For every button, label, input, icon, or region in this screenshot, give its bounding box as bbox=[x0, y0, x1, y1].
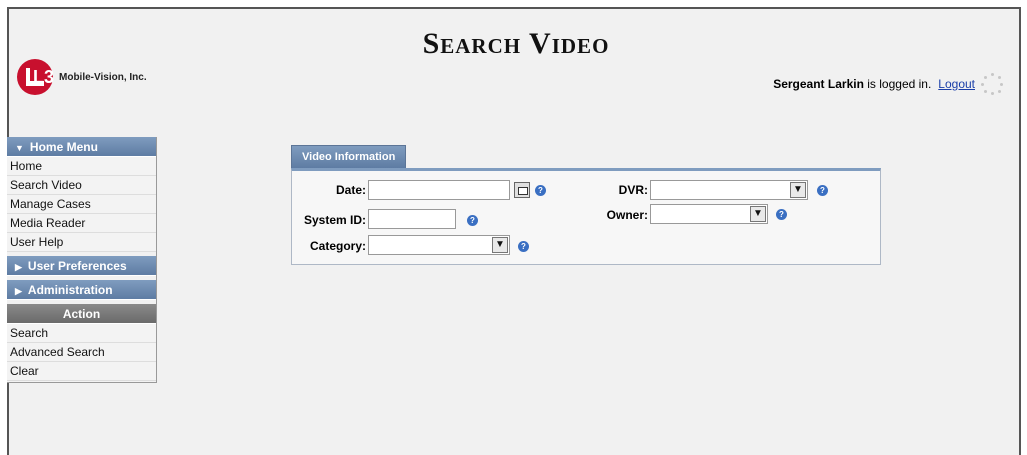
date-field[interactable] bbox=[368, 180, 510, 200]
action-item-search[interactable]: Search bbox=[7, 324, 156, 343]
action-item-advanced-search[interactable]: Advanced Search bbox=[7, 343, 156, 362]
tab-video-information[interactable]: Video Information bbox=[291, 145, 407, 168]
triangle-down-icon: ▼ bbox=[15, 143, 24, 153]
dvr-help-icon[interactable]: ? bbox=[817, 185, 828, 196]
company-logo: L3 Mobile-Vision, Inc. bbox=[17, 59, 147, 95]
sidebar-item-search-video[interactable]: Search Video bbox=[7, 176, 156, 195]
calendar-icon[interactable] bbox=[514, 182, 530, 198]
action-item-clear[interactable]: Clear bbox=[7, 362, 156, 381]
owner-select[interactable]: ▼ bbox=[650, 204, 768, 224]
sidebar-item-home[interactable]: Home bbox=[7, 157, 156, 176]
login-status: Sergeant Larkin is logged in. Logout bbox=[773, 73, 1003, 95]
date-label: Date: bbox=[335, 183, 366, 197]
category-label: Category: bbox=[309, 239, 366, 253]
chevron-down-icon: ▼ bbox=[492, 237, 508, 253]
action-header: Action bbox=[7, 304, 156, 324]
loading-spinner-icon bbox=[981, 73, 1003, 95]
category-help-icon[interactable]: ? bbox=[518, 241, 529, 252]
logout-link[interactable]: Logout bbox=[938, 77, 975, 91]
company-name: Mobile-Vision, Inc. bbox=[59, 71, 147, 83]
video-information-panel: Date: ? System ID: ? Category: ▼ ? DVR: … bbox=[291, 168, 881, 265]
sidebar-item-media-reader[interactable]: Media Reader bbox=[7, 214, 156, 233]
dvr-label: DVR: bbox=[618, 183, 648, 197]
owner-help-icon[interactable]: ? bbox=[776, 209, 787, 220]
category-select[interactable]: ▼ bbox=[368, 235, 510, 255]
system-id-help-icon[interactable]: ? bbox=[467, 215, 478, 226]
l3-logo-icon: L3 bbox=[17, 59, 55, 95]
logged-in-user: Sergeant Larkin bbox=[773, 77, 864, 91]
user-preferences-label: User Preferences bbox=[27, 259, 127, 273]
sidebar-item-user-help[interactable]: User Help bbox=[7, 233, 156, 252]
system-id-label: System ID: bbox=[303, 213, 366, 227]
logo-mark-text: L3 bbox=[33, 67, 55, 87]
home-menu-label: Home Menu bbox=[29, 140, 98, 154]
owner-label: Owner: bbox=[606, 208, 648, 222]
date-help-icon[interactable]: ? bbox=[535, 185, 546, 196]
login-status-text: is logged in. bbox=[867, 77, 932, 91]
triangle-right-icon: ▶ bbox=[15, 286, 22, 296]
page-title: Search Video bbox=[422, 27, 610, 60]
triangle-right-icon: ▶ bbox=[15, 262, 22, 272]
home-menu-header[interactable]: ▼ Home Menu bbox=[7, 137, 156, 157]
sidebar-item-manage-cases[interactable]: Manage Cases bbox=[7, 195, 156, 214]
sidebar: ▼ Home Menu Home Search Video Manage Case… bbox=[7, 137, 157, 383]
chevron-down-icon: ▼ bbox=[790, 182, 806, 198]
dvr-select[interactable]: ▼ bbox=[650, 180, 808, 200]
administration-label: Administration bbox=[27, 283, 113, 297]
administration-header[interactable]: ▶ Administration bbox=[7, 280, 156, 300]
user-preferences-header[interactable]: ▶ User Preferences bbox=[7, 256, 156, 276]
chevron-down-icon: ▼ bbox=[750, 206, 766, 222]
system-id-field[interactable] bbox=[368, 209, 456, 229]
